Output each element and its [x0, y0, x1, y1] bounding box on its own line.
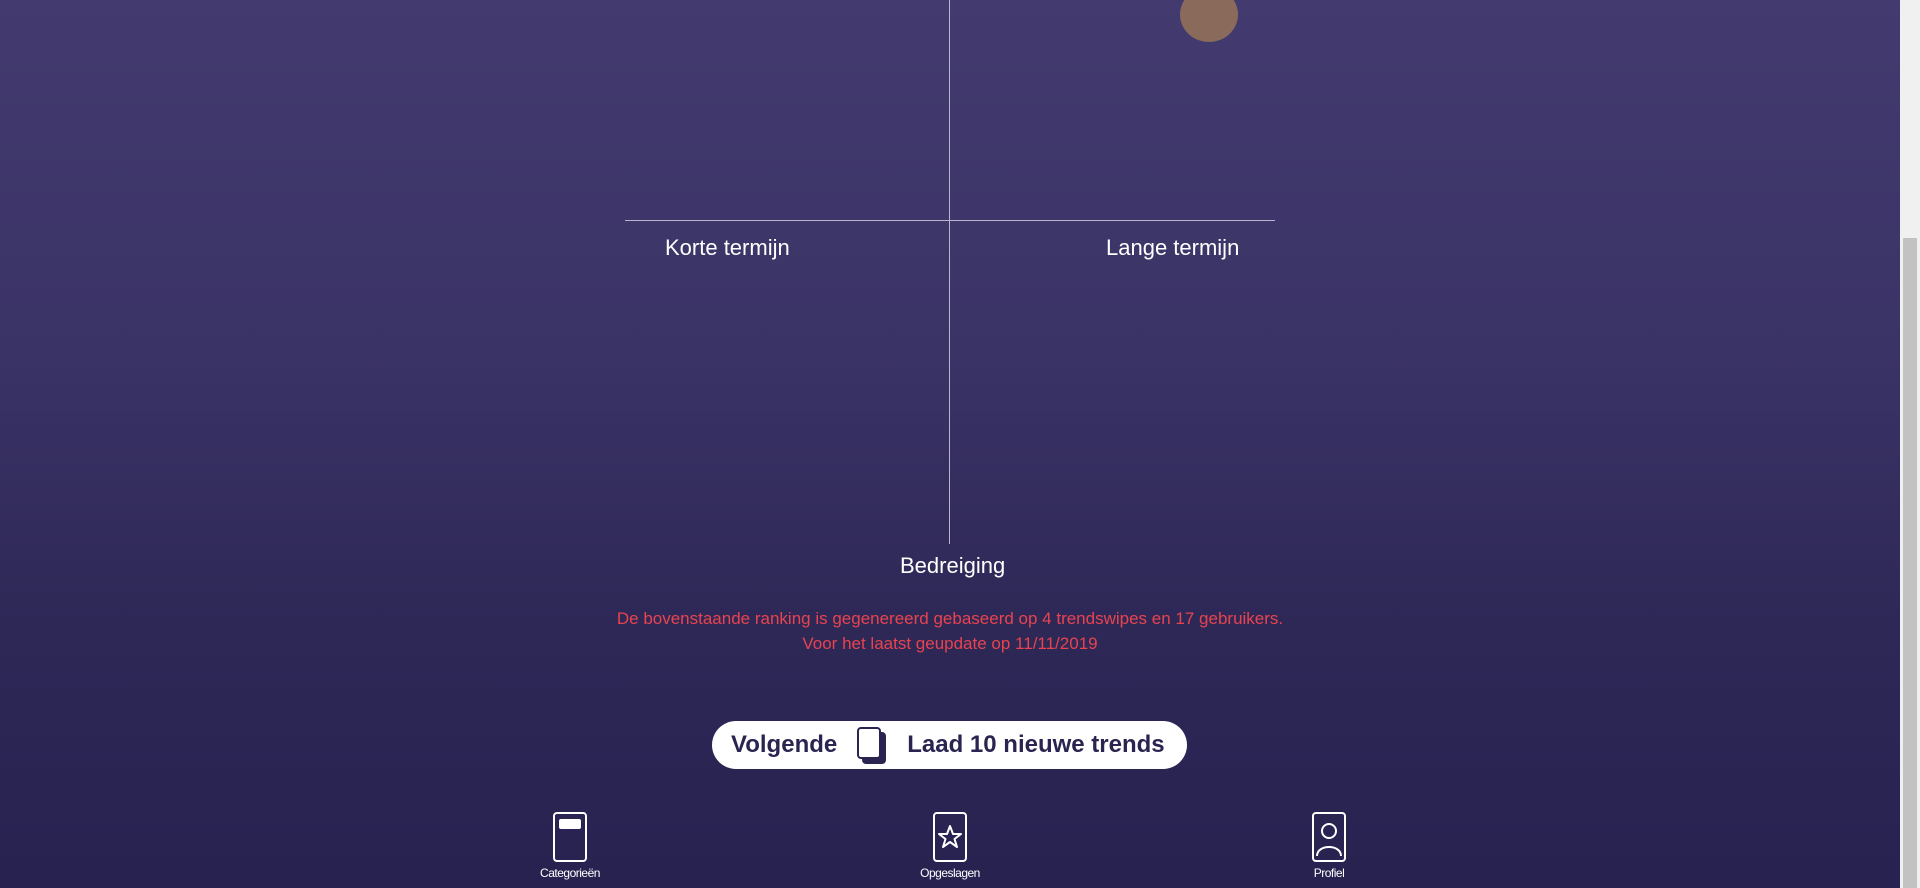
nav-item-saved[interactable]: Opgeslagen	[900, 812, 1000, 880]
page: Korte termijn Lange termijn Bedreiging D…	[0, 0, 1900, 888]
trend-dot[interactable]	[1180, 0, 1238, 42]
next-label: Volgende	[731, 731, 838, 758]
long-term-label: Lange termijn	[1106, 235, 1240, 260]
nav-item-categories[interactable]: Categorieën	[520, 812, 620, 880]
short-term-label: Korte termijn	[665, 235, 790, 260]
next-trends-button[interactable]: Volgende Laad 10 nieuwe trends	[712, 721, 1187, 769]
ranking-info-text: De bovenstaande ranking is gegenereerd g…	[0, 606, 1900, 656]
load-new-trends-label: Laad 10 nieuwe trends	[907, 731, 1165, 758]
vertical-scrollbar[interactable]	[1900, 0, 1920, 888]
nav-label-profile: Profiel	[1313, 866, 1345, 880]
horizontal-axis	[625, 220, 1275, 221]
bottom-navigation: Categorieën Opgeslagen Profiel	[0, 800, 1900, 888]
nav-label-saved: Opgeslagen	[920, 866, 980, 880]
nav-label-categories: Categorieën	[540, 866, 600, 880]
nav-item-profile[interactable]: Profiel	[1279, 812, 1379, 880]
threat-label: Bedreiging	[900, 553, 1006, 578]
scrollbar-thumb[interactable]	[1903, 238, 1917, 888]
profile-card-icon	[1312, 812, 1346, 862]
trend-quadrant-chart: Korte termijn Lange termijn Bedreiging	[0, 0, 1900, 578]
cards-icon	[857, 727, 887, 764]
star-card-icon	[933, 812, 967, 862]
vertical-axis	[949, 0, 950, 544]
last-updated-line: Voor het laatst geupdate op 11/11/2019	[802, 634, 1098, 653]
category-card-icon	[553, 812, 587, 862]
ranking-info-line: De bovenstaande ranking is gegenereerd g…	[616, 609, 1284, 628]
